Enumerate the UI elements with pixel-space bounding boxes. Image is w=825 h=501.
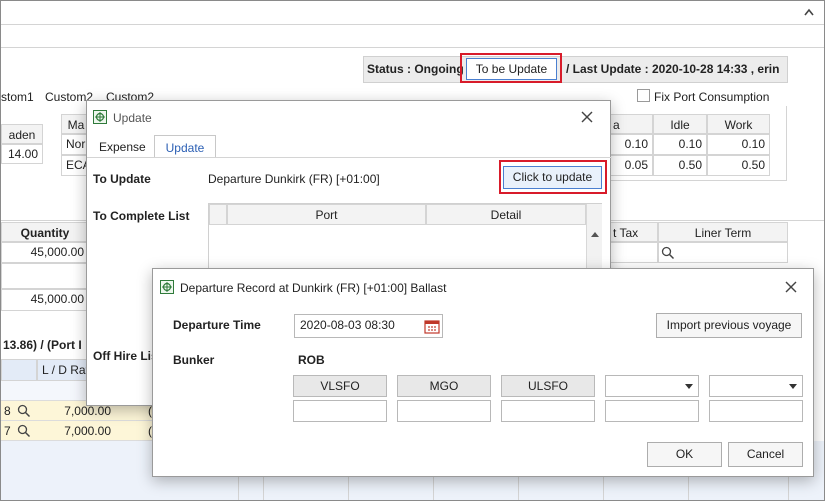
search-icon[interactable] <box>17 404 31 418</box>
calendar-icon[interactable] <box>424 319 440 334</box>
custom-tab[interactable]: stom1 <box>1 90 34 104</box>
cancel-button[interactable]: Cancel <box>728 442 803 467</box>
quantity-value[interactable]: 45,000.00 <box>1 242 89 263</box>
rob-ulsfo-input[interactable] <box>501 400 595 422</box>
tab-divider <box>87 157 612 158</box>
rob-extra-input[interactable] <box>605 400 699 422</box>
to-update-label: To Update <box>93 172 151 186</box>
rob-extra-input[interactable] <box>709 400 803 422</box>
bunker-label: Bunker <box>173 353 215 367</box>
search-icon[interactable] <box>661 246 675 260</box>
departure-dialog-title: Departure Record at Dunkirk (FR) [+01:00… <box>180 281 447 295</box>
ld-index: 7 <box>4 424 11 438</box>
departure-time-value: 2020-08-03 08:30 <box>300 318 395 332</box>
fix-port-label: Fix Port Consumption <box>654 90 770 104</box>
ld-rate-value[interactable]: 7,000.00 <box>61 404 111 418</box>
update-dialog-title: Update <box>113 111 152 125</box>
t-tax-header: t Tax <box>608 222 658 242</box>
ld-index: 8 <box>4 404 11 418</box>
chevron-down-icon <box>789 384 797 389</box>
off-hire-label: Off Hire Lis <box>93 349 158 363</box>
port-summary: 13.86) / (Port I <box>3 338 82 352</box>
fuel-ulsfo-header: ULSFO <box>501 375 595 397</box>
ld-rate-value[interactable]: 7,000.00 <box>61 424 111 438</box>
departure-dialog: Departure Record at Dunkirk (FR) [+01:00… <box>152 268 814 477</box>
title-bar <box>1 1 824 25</box>
tab-update[interactable]: Update <box>154 135 216 158</box>
port-column-header: Port <box>227 204 426 225</box>
liner-term-cell[interactable] <box>658 242 788 263</box>
highlight-box <box>460 53 562 83</box>
quantity-empty <box>1 263 89 289</box>
fuel-type-select[interactable] <box>605 375 699 397</box>
status-label: Status : Ongoing <box>367 62 464 76</box>
update-dialog-titlebar: Update <box>87 101 610 133</box>
scroll-up-icon[interactable] <box>587 227 603 241</box>
to-complete-label: To Complete List <box>93 209 190 223</box>
import-previous-voyage-button[interactable]: Import previous voyage <box>656 313 802 338</box>
search-icon[interactable] <box>17 424 31 438</box>
laden-value[interactable]: 14.00 <box>1 144 43 164</box>
chevron-down-icon <box>685 384 693 389</box>
tab-expense[interactable]: Expense <box>99 140 146 154</box>
ld-blank-row <box>1 381 91 401</box>
close-icon[interactable] <box>784 280 798 294</box>
ld-rate-header: L / D Rat <box>37 359 89 381</box>
t-tax-cell[interactable] <box>608 242 658 263</box>
grid-row-header <box>209 204 227 225</box>
blank-header <box>1 359 37 381</box>
ok-button[interactable]: OK <box>647 442 722 467</box>
fuel-vlsfo-header: VLSFO <box>293 375 387 397</box>
collapse-icon[interactable] <box>802 5 816 19</box>
rob-mgo-input[interactable] <box>397 400 491 422</box>
fix-port-checkbox[interactable] <box>637 89 650 102</box>
divider <box>1 47 824 48</box>
rob-vlsfo-input[interactable] <box>293 400 387 422</box>
app-icon <box>160 280 174 294</box>
laden-header: aden <box>1 124 43 144</box>
departure-dialog-titlebar: Departure Record at Dunkirk (FR) [+01:00… <box>153 269 813 301</box>
fuel-type-select[interactable] <box>709 375 803 397</box>
detail-column-header: Detail <box>426 204 586 225</box>
main-window: Status : Ongoing To be Update / Last Upd… <box>0 0 825 501</box>
departure-time-input[interactable]: 2020-08-03 08:30 <box>294 314 443 338</box>
quantity-value[interactable]: 45,000.00 <box>1 289 89 311</box>
close-icon[interactable] <box>580 110 594 124</box>
app-icon <box>93 110 107 124</box>
cons-panel-border <box>608 106 787 181</box>
highlight-box <box>499 160 607 194</box>
last-update-text: / Last Update : 2020-10-28 14:33 , erin <box>566 62 780 76</box>
departure-time-label: Departure Time <box>173 318 261 332</box>
quantity-header: Quantity <box>1 222 89 242</box>
to-update-value: Departure Dunkirk (FR) [+01:00] <box>208 172 380 186</box>
rob-label: ROB <box>298 353 325 367</box>
liner-term-header: Liner Term <box>658 222 788 242</box>
fuel-mgo-header: MGO <box>397 375 491 397</box>
